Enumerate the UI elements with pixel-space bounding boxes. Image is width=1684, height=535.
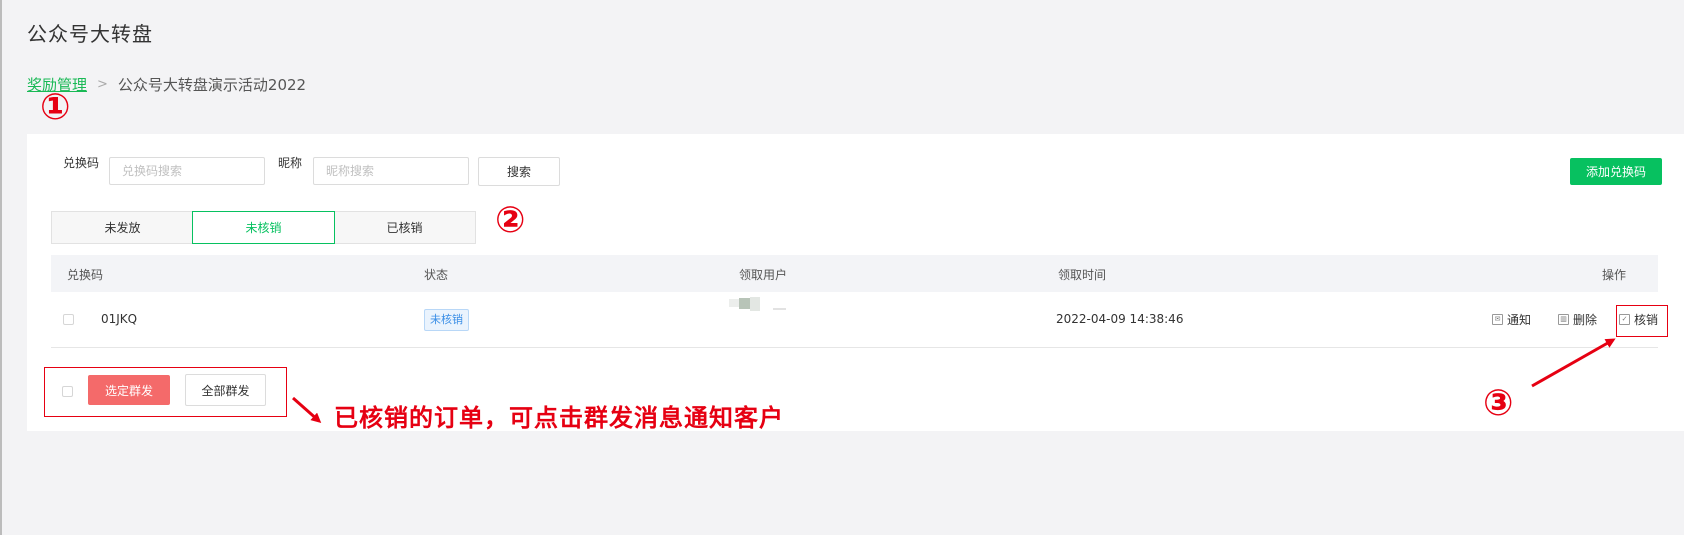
- verify-arrow: [1531, 338, 1616, 388]
- annotation-caption: 已核销的订单，可点击群发消息通知客户: [334, 404, 784, 432]
- annotation-number-3: ③: [1483, 383, 1514, 424]
- caption-arrow: [292, 396, 322, 423]
- annotation-arrows: [292, 338, 1616, 423]
